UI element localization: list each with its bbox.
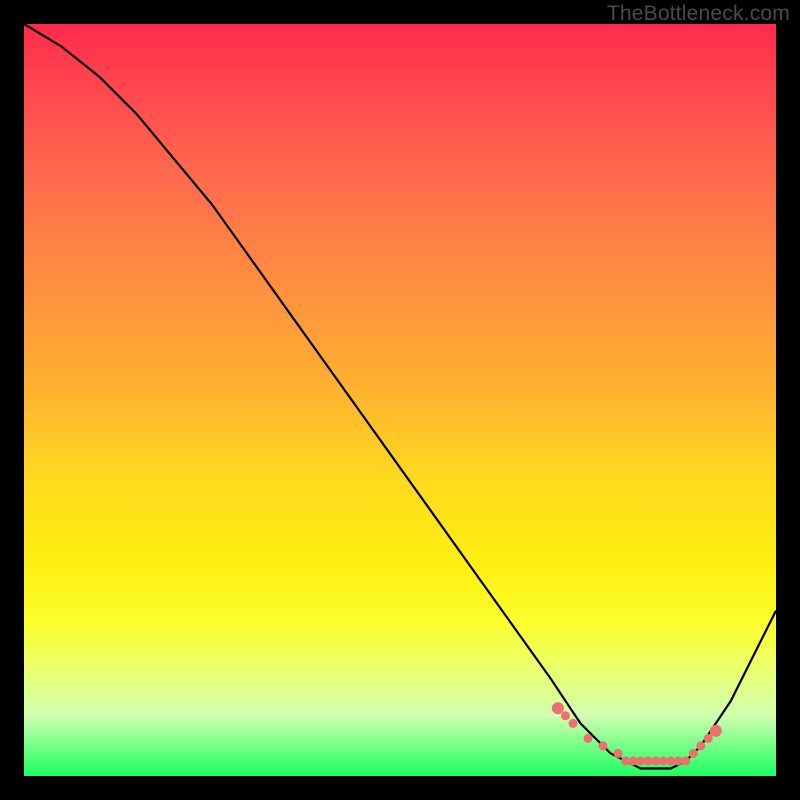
highlight-dot [584,734,593,743]
highlight-dot [552,702,564,714]
highlight-dot [599,741,608,750]
highlight-dot [689,749,698,758]
highlight-dot [569,719,578,728]
highlight-dot [696,741,705,750]
curve-svg [24,24,776,776]
highlight-dot [704,734,713,743]
watermark-text: TheBottleneck.com [607,2,790,26]
bottleneck-chart: TheBottleneck.com [0,0,800,800]
highlight-dots-group [552,702,722,765]
highlight-dot [710,725,722,737]
highlight-dot [681,757,690,766]
main-curve-path [24,24,776,769]
plot-area [24,24,776,776]
highlight-dot [561,711,570,720]
highlight-dot [614,749,623,758]
